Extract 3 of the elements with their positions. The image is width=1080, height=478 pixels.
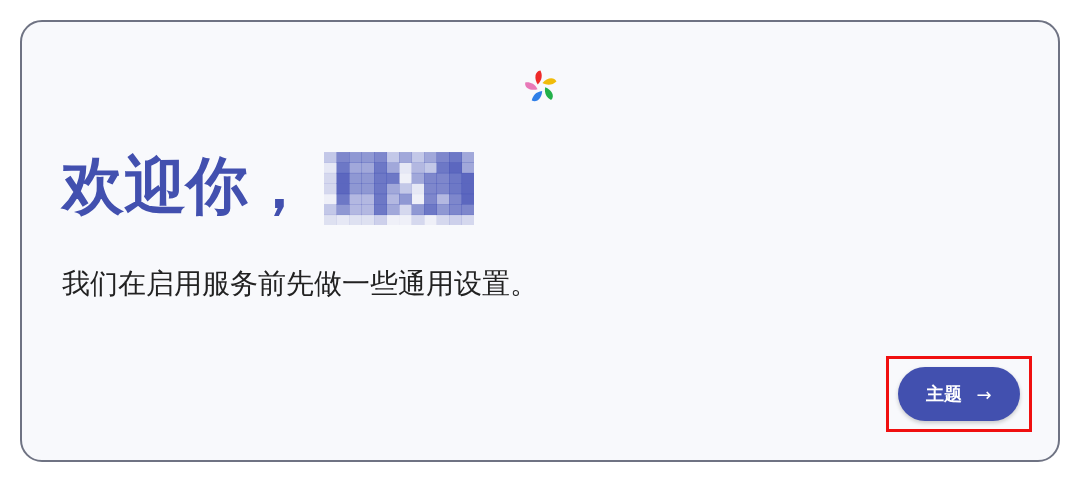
welcome-heading: 欢迎你， (62, 152, 310, 221)
theme-button[interactable]: 主题 → (898, 367, 1020, 421)
intro-text: 我们在启用服务前先做一些通用设置。 (62, 266, 539, 302)
